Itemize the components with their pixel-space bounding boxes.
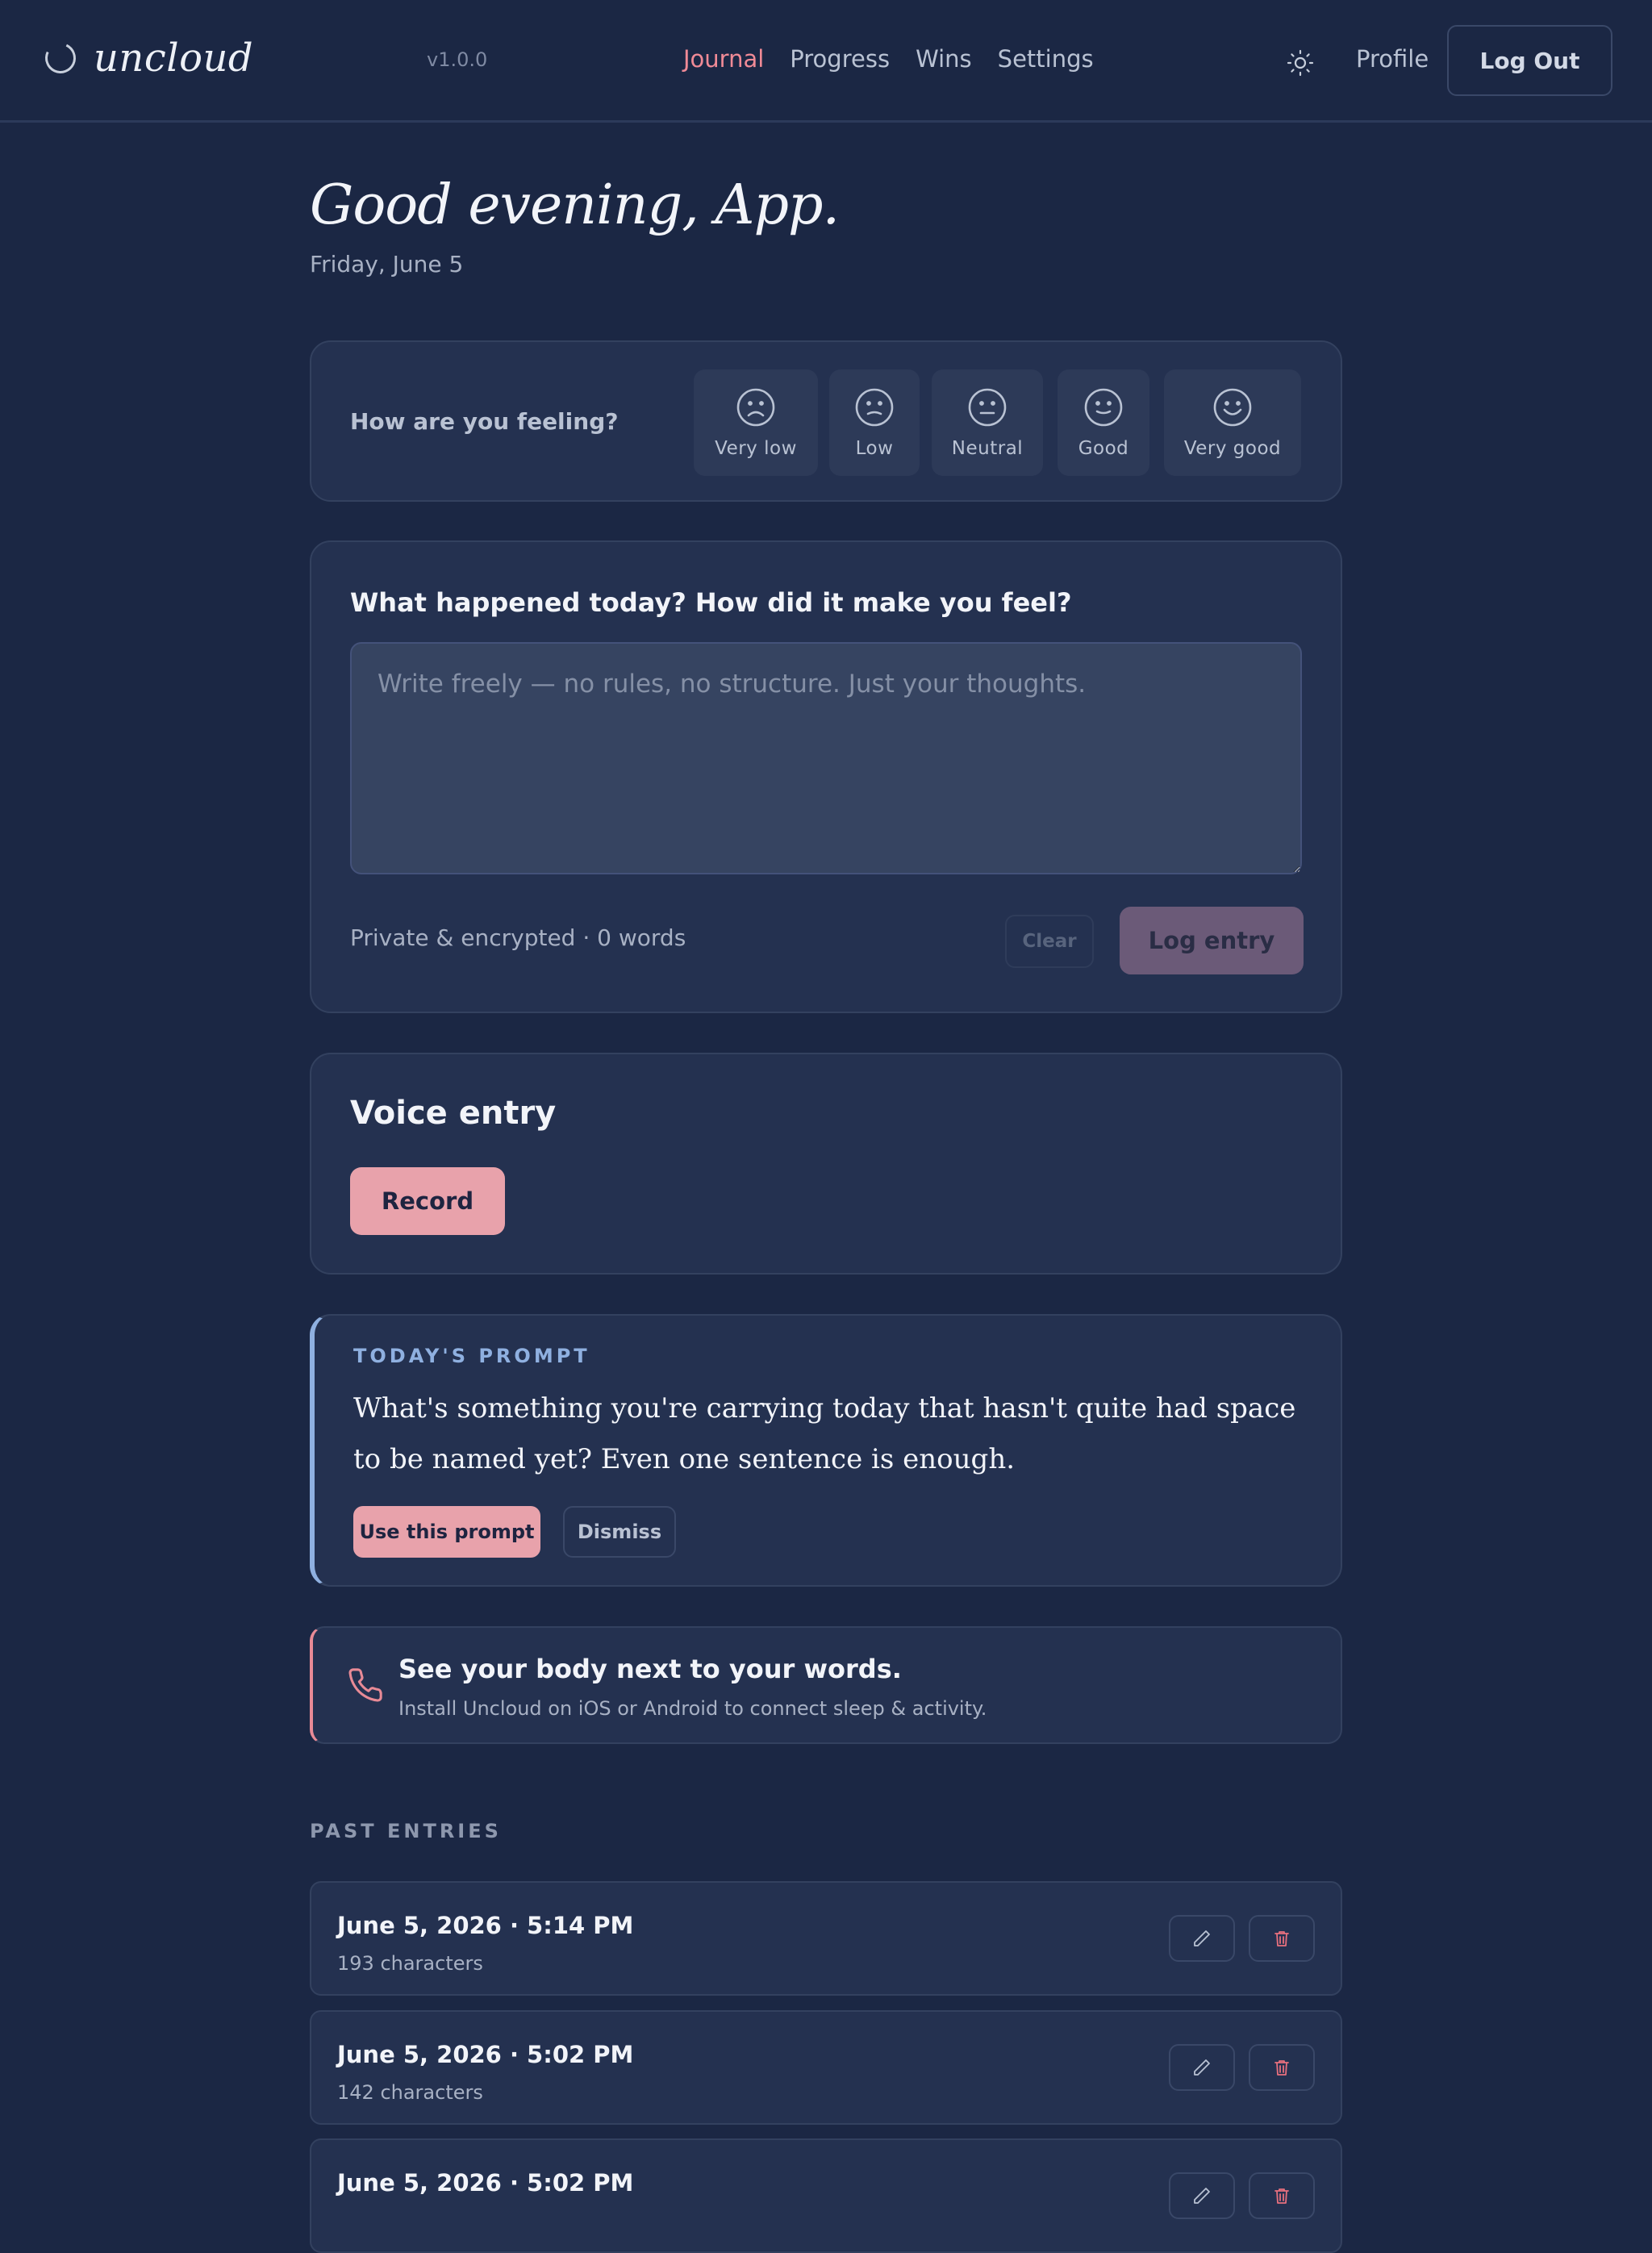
mood-card: How are you feeling? Very low Low Neutra… — [310, 340, 1342, 502]
entry-word-count: Private & encrypted · 0 words — [350, 924, 686, 951]
app-version: v1.0.0 — [427, 48, 488, 71]
neutral-face-icon — [968, 388, 1007, 427]
mood-option-very-good[interactable]: Very good — [1164, 369, 1301, 476]
mood-option-label: Very good — [1183, 438, 1282, 459]
profile-link[interactable]: Profile — [1356, 45, 1429, 73]
nav-progress[interactable]: Progress — [790, 45, 890, 73]
edit-entry-button[interactable] — [1169, 2044, 1235, 2091]
mood-option-label: Neutral — [951, 438, 1024, 459]
very-low-face-icon — [736, 388, 775, 427]
todays-prompt-card: TODAY'S PROMPT What's something you're c… — [310, 1314, 1342, 1587]
log-entry-button[interactable]: Log entry — [1120, 907, 1304, 974]
trash-icon — [1274, 2188, 1289, 2204]
dismiss-prompt-button[interactable]: Dismiss — [563, 1506, 676, 1558]
mood-option-label: Good — [1078, 438, 1129, 459]
edit-entry-button[interactable] — [1169, 1915, 1235, 1962]
mood-option-very-low[interactable]: Very low — [694, 369, 818, 476]
entry-datetime: June 5, 2026 · 5:02 PM — [337, 2041, 634, 2068]
health-banner-subtitle: Install Uncloud on iOS or Android to con… — [398, 1697, 987, 1720]
prompt-text: What's something you're carrying today t… — [353, 1392, 1296, 1475]
current-date: Friday, June 5 — [310, 251, 464, 277]
mood-option-low[interactable]: Low — [829, 369, 920, 476]
very-good-face-icon — [1213, 388, 1252, 427]
journal-entry-card: What happened today? How did it make you… — [310, 540, 1342, 1013]
mood-question: How are you feeling? — [350, 408, 619, 435]
pencil-icon — [1194, 1930, 1210, 1946]
page-title: Good evening, App. — [310, 173, 840, 237]
use-prompt-button[interactable]: Use this prompt — [353, 1506, 540, 1558]
past-entry-row[interactable]: June 5, 2026 · 5:02 PM — [310, 2138, 1342, 2253]
mood-option-good[interactable]: Good — [1058, 369, 1149, 476]
logo-mark-icon — [40, 38, 81, 78]
top-navigation-bar: uncloud v1.0.0 Journal Progress Wins Set… — [0, 0, 1652, 123]
mood-option-label: Low — [855, 438, 894, 459]
past-entries-heading: PAST ENTRIES — [310, 1820, 502, 1842]
pencil-icon — [1194, 2059, 1210, 2076]
trash-icon — [1274, 1931, 1289, 1946]
entry-datetime: June 5, 2026 · 5:02 PM — [337, 2169, 634, 2197]
delete-entry-button[interactable] — [1249, 2172, 1315, 2219]
entry-datetime: June 5, 2026 · 5:14 PM — [337, 1912, 634, 1939]
low-face-icon — [855, 388, 894, 427]
main-nav: Journal Progress Wins Settings — [683, 45, 1120, 73]
voice-entry-title: Voice entry — [350, 1095, 557, 1132]
pencil-icon — [1194, 2188, 1210, 2204]
delete-entry-button[interactable] — [1249, 1915, 1315, 1962]
record-button[interactable]: Record — [350, 1167, 505, 1235]
journal-entry-textarea[interactable] — [350, 642, 1302, 874]
health-banner-title: See your body next to your words. — [398, 1654, 902, 1684]
health-connect-banner[interactable]: See your body next to your words. Instal… — [310, 1626, 1342, 1744]
phone-icon — [348, 1668, 382, 1702]
entry-char-count: 193 characters — [337, 1952, 483, 1975]
prompt-eyebrow: TODAY'S PROMPT — [353, 1345, 590, 1367]
entry-question: What happened today? How did it make you… — [350, 587, 1072, 618]
entry-char-count: 142 characters — [337, 2081, 483, 2104]
edit-entry-button[interactable] — [1169, 2172, 1235, 2219]
app-name: uncloud — [94, 35, 254, 81]
nav-settings[interactable]: Settings — [998, 45, 1094, 73]
mood-option-neutral[interactable]: Neutral — [932, 369, 1043, 476]
good-face-icon — [1084, 388, 1123, 427]
sun-icon[interactable] — [1286, 48, 1315, 77]
delete-entry-button[interactable] — [1249, 2044, 1315, 2091]
past-entry-row[interactable]: June 5, 2026 · 5:14 PM 193 characters — [310, 1881, 1342, 1996]
mood-option-label: Very low — [715, 438, 797, 459]
voice-entry-card: Voice entry Record — [310, 1053, 1342, 1275]
app-logo[interactable]: uncloud — [40, 35, 254, 81]
log-out-button[interactable]: Log Out — [1447, 25, 1612, 96]
nav-wins[interactable]: Wins — [916, 45, 972, 73]
past-entry-row[interactable]: June 5, 2026 · 5:02 PM 142 characters — [310, 2010, 1342, 2125]
clear-button[interactable]: Clear — [1005, 915, 1094, 968]
nav-journal[interactable]: Journal — [683, 45, 764, 73]
trash-icon — [1274, 2060, 1289, 2076]
